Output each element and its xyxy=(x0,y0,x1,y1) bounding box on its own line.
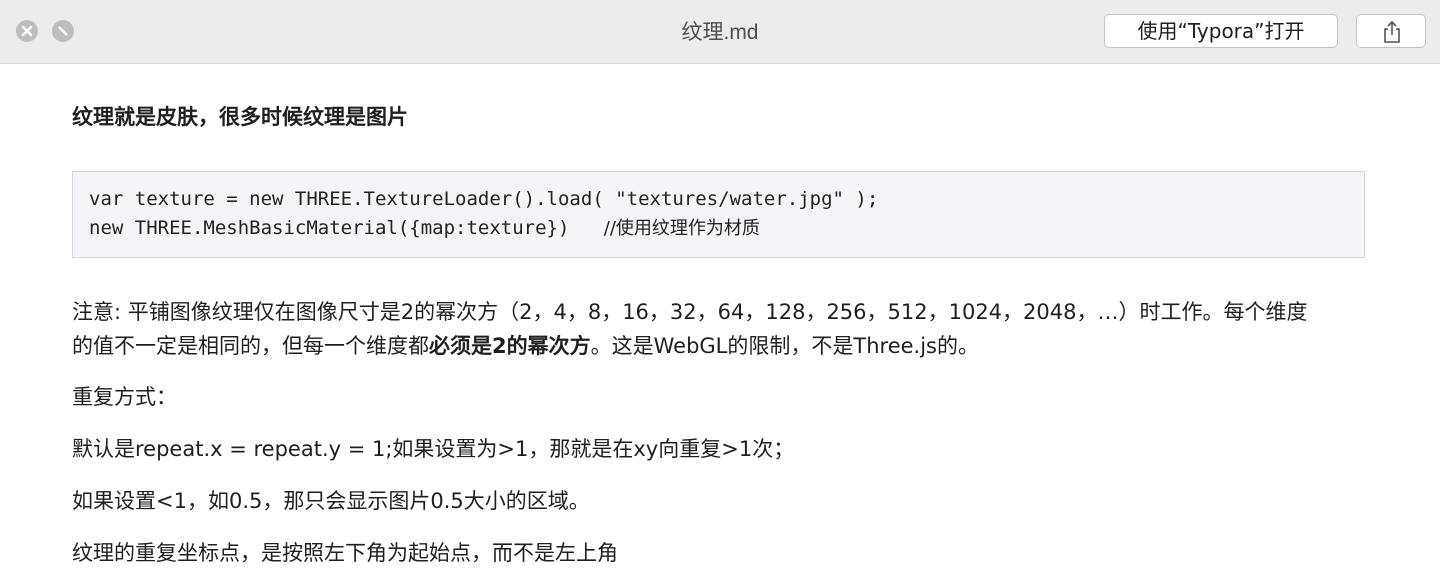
share-icon xyxy=(1384,20,1400,43)
note-paragraph-line-1: 注意: 平铺图像纹理仅在图像尺寸是2的幂次方（2，4，8，16，32，64，12… xyxy=(72,300,1308,324)
note-paragraph-line-2: 的值不一定是相同的，但每一个维度都必须是2的幂次方。这是WebGL的限制，不是T… xyxy=(72,329,979,363)
code-block: var texture = new THREE.TextureLoader().… xyxy=(72,171,1365,258)
repeat-default-paragraph: 默认是repeat.x = repeat.y = 1;如果设置为>1，那就是在x… xyxy=(72,437,795,461)
share-button[interactable] xyxy=(1356,14,1426,48)
code-line-2-code: new THREE.MeshBasicMaterial({map:texture… xyxy=(89,217,604,239)
open-with-typora-button[interactable]: 使用“Typora”打开 xyxy=(1104,14,1338,48)
note-text-bold: 必须是2的幂次方 xyxy=(429,334,591,358)
code-line-1: var texture = new THREE.TextureLoader().… xyxy=(89,188,879,210)
note-text-pre: 的值不一定是相同的，但每一个维度都 xyxy=(72,334,429,358)
repeat-origin-paragraph: 纹理的重复坐标点，是按照左下角为起始点，而不是左上角 xyxy=(72,541,618,565)
title-bar: 纹理.md 使用“Typora”打开 xyxy=(0,0,1440,64)
code-line-2: new THREE.MeshBasicMaterial({map:texture… xyxy=(89,214,1348,243)
repeat-less-paragraph: 如果设置<1，如0.5，那只会显示图片0.5大小的区域。 xyxy=(72,489,590,513)
code-comment: //使用纹理作为材质 xyxy=(603,218,760,239)
repeat-heading: 重复方式： xyxy=(72,385,177,409)
document-heading: 纹理就是皮肤，很多时候纹理是图片 xyxy=(72,105,408,129)
note-text-post: 。这是WebGL的限制，不是Three.js的。 xyxy=(590,334,979,358)
